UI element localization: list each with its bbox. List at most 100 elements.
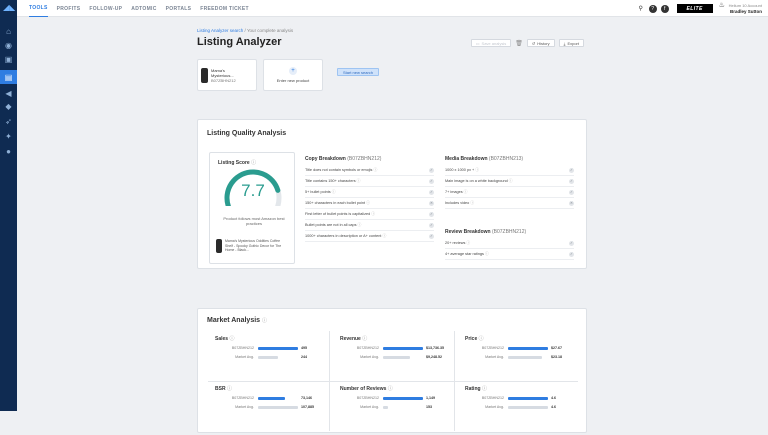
- cart-icon[interactable]: ◉: [3, 40, 14, 51]
- info-icon[interactable]: ⓘ: [463, 190, 468, 194]
- help-icon[interactable]: ?: [648, 4, 657, 13]
- info-icon[interactable]: ⓘ: [361, 336, 367, 342]
- elite-badge: ELITE: [676, 4, 713, 13]
- listing-score-card: Listing Score ⓘ 7.7 Product follows most…: [209, 152, 295, 264]
- facebook-icon[interactable]: f: [660, 4, 669, 13]
- check-icon: ✓: [429, 167, 434, 173]
- criterion-label: 1000 x 1000 px +: [445, 167, 475, 172]
- rocket-icon[interactable]: ➶: [3, 116, 14, 127]
- search-icon[interactable]: ⚲: [637, 5, 645, 13]
- criterion-row: 4+ average star ratings ⓘ ✓: [445, 249, 574, 260]
- criterion-label: 7+ images: [445, 189, 463, 194]
- metric-card: BSR ⓘ B07ZBHN212 73,146 Market Avg. 107,885: [212, 385, 340, 435]
- nav-freedom-ticket[interactable]: FREEDOM TICKET: [200, 0, 249, 17]
- nav-profits[interactable]: PROFITS: [57, 0, 81, 17]
- metric-avg-value: 107,885: [301, 405, 314, 409]
- metric-card: Price ⓘ B07ZBHN212 $27.67 Market Avg. $23.18: [462, 335, 590, 385]
- tools-icon[interactable]: ✦: [3, 131, 14, 142]
- nav-tools[interactable]: TOOLS: [29, 0, 48, 17]
- criterion-row: 7+ images ⓘ ✓: [445, 187, 574, 198]
- info-icon[interactable]: ⓘ: [386, 386, 393, 392]
- product-asin: B07ZBHN212: [211, 77, 236, 83]
- account-menu[interactable]: ♨ Helium 10 Account Bradley Sutton: [719, 2, 762, 15]
- info-icon[interactable]: ⓘ: [357, 223, 362, 227]
- criterion-label: 5+ bullet points: [305, 189, 331, 194]
- info-icon[interactable]: ⓘ: [474, 168, 479, 172]
- criterion-row: First letter of bullet points is capital…: [305, 209, 434, 220]
- info-icon[interactable]: ⓘ: [262, 318, 267, 324]
- info-icon[interactable]: ⓘ: [465, 241, 470, 245]
- bar-track: [508, 396, 548, 400]
- market-analysis-label: Market Analysis: [207, 317, 261, 324]
- metric-avg-label: Market Avg.: [485, 355, 504, 359]
- nav-adtomic[interactable]: ADTOMIC: [131, 0, 156, 17]
- media-breakdown-asin: (B07ZBHN213): [488, 156, 524, 162]
- criterion-text: 4+ average star ratings ⓘ: [445, 252, 489, 257]
- top-bar: TOOLS PROFITS FOLLOW-UP ADTOMIC PORTALS …: [17, 0, 768, 17]
- bar-track: [383, 405, 423, 409]
- criterion-label: 1000+ characters in description or A+ co…: [305, 233, 382, 238]
- criterion-text: Title does not contain symbols or emojis…: [305, 168, 377, 173]
- helium10-logo-icon[interactable]: ◢◣: [3, 4, 15, 12]
- info-icon[interactable]: ⓘ: [508, 179, 513, 183]
- check-icon: ✓: [569, 251, 574, 257]
- metric-product-label: B07ZBHN212: [481, 346, 504, 350]
- new-product-card[interactable]: + Enter new product: [263, 59, 323, 91]
- criterion-row: 1000 x 1000 px + ⓘ ✓: [445, 165, 574, 176]
- metric-product-value: $13,736.35: [426, 346, 444, 350]
- score-product-thumbnail: [216, 239, 222, 253]
- listing-quality-panel: Listing Quality Analysis Listing Score ⓘ…: [197, 119, 587, 269]
- listing-analyzer-icon[interactable]: ▤: [0, 70, 17, 84]
- criterion-row: Main image is on a white background ⓘ ✓: [445, 176, 574, 187]
- criterion-label: Title does not contain symbols or emojis: [305, 167, 373, 172]
- info-icon[interactable]: ⓘ: [372, 168, 377, 172]
- product-card[interactable]: Mama's Mysterious... B07ZBHN212: [197, 59, 257, 91]
- avg-bar: [508, 355, 542, 359]
- info-icon[interactable]: ⓘ: [226, 386, 232, 392]
- support-icon[interactable]: ●: [3, 146, 14, 157]
- home-icon[interactable]: ⌂: [3, 26, 14, 37]
- start-new-search-button[interactable]: Start new search: [337, 68, 379, 76]
- info-icon[interactable]: ⓘ: [365, 201, 370, 205]
- metric-product-label: B07ZBHN212: [231, 396, 254, 400]
- metric-avg-row: Market Avg. 107,885: [212, 404, 314, 410]
- info-icon[interactable]: ⓘ: [356, 179, 361, 183]
- metric-avg-row: Market Avg. $23.18: [462, 354, 562, 360]
- check-icon: ✓: [569, 240, 574, 246]
- info-icon[interactable]: ⓘ: [381, 234, 386, 238]
- megaphone-icon[interactable]: ◀: [3, 88, 14, 99]
- metric-avg-row: Market Avg. 244: [212, 354, 307, 360]
- info-icon[interactable]: ⓘ: [469, 201, 474, 205]
- top-right: ⚲ ? f ELITE ♨ Helium 10 Account Bradley …: [633, 0, 762, 17]
- info-icon[interactable]: ⓘ: [484, 252, 489, 256]
- info-icon[interactable]: ⓘ: [228, 336, 234, 342]
- main-content: Listing Analyzer search / Your complete …: [197, 28, 587, 433]
- cross-icon: ✕: [429, 200, 434, 206]
- metric-product-row: B07ZBHN212 73,146: [212, 395, 312, 401]
- metric-title-label: Number of Reviews: [340, 386, 387, 392]
- info-icon[interactable]: ⓘ: [477, 336, 484, 342]
- export-button[interactable]: ⤓ Export: [558, 39, 584, 47]
- trash-icon[interactable]: 🗑: [515, 39, 523, 47]
- product-bar: [383, 396, 423, 400]
- metric-title: Price ⓘ: [465, 335, 484, 342]
- metric-product-value: 1,149: [426, 396, 435, 400]
- nav-follow-up[interactable]: FOLLOW-UP: [89, 0, 122, 17]
- info-icon[interactable]: ⓘ: [331, 190, 336, 194]
- info-icon[interactable]: ⓘ: [370, 212, 375, 216]
- metric-card: Sales ⓘ B07ZBHN212 495 Market Avg. 244: [212, 335, 340, 385]
- tag-icon[interactable]: ◆: [3, 101, 14, 112]
- history-button[interactable]: ↺ History: [526, 39, 555, 47]
- breadcrumb-link[interactable]: Listing Analyzer search: [197, 28, 243, 33]
- criterion-row: 150+ characters in each bullet point ⓘ ✕: [305, 198, 434, 209]
- listing-score-label: Listing Score ⓘ: [218, 159, 256, 166]
- metric-title: Rating ⓘ: [465, 385, 487, 392]
- metric-avg-row: Market Avg. 153: [337, 404, 432, 410]
- info-icon[interactable]: ⓘ: [481, 386, 487, 392]
- lqa-title: Listing Quality Analysis: [207, 130, 287, 137]
- save-analysis-button[interactable]: ▭ Save analysis: [470, 39, 512, 47]
- nav-portals[interactable]: PORTALS: [166, 0, 192, 17]
- bell-icon[interactable]: ♨: [719, 2, 725, 9]
- box-icon[interactable]: ▣: [3, 54, 14, 65]
- bar-track: [258, 346, 298, 350]
